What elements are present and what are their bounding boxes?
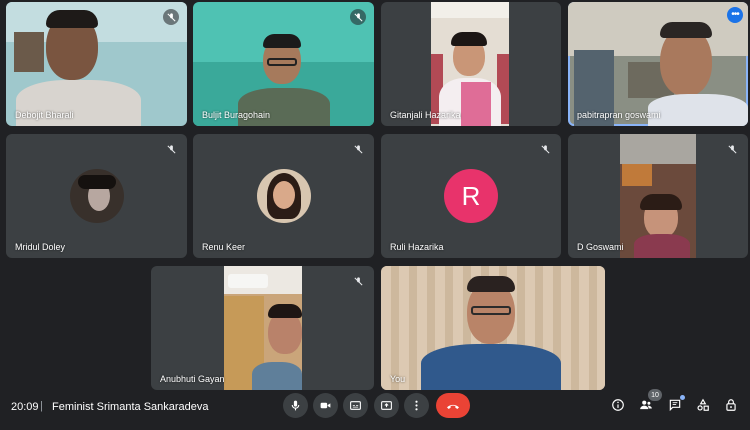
- camera-icon: [320, 402, 331, 409]
- end-call-button[interactable]: [436, 393, 470, 418]
- captions-button[interactable]: [343, 393, 368, 418]
- present-button[interactable]: [374, 393, 399, 418]
- activities-button[interactable]: [694, 396, 712, 414]
- info-icon: [612, 399, 624, 411]
- more-vert-icon: [415, 400, 418, 411]
- participant-tile-pabitrapran[interactable]: ••• pabitrapran goswami: [568, 2, 748, 126]
- participant-tile-anubhuti[interactable]: Anubhuti Gayan: [151, 266, 374, 390]
- mic-off-icon: [724, 141, 740, 157]
- participant-name: Anubhuti Gayan: [160, 374, 225, 384]
- participant-video: [381, 266, 605, 390]
- participant-name: Renu Keer: [202, 242, 246, 252]
- microphone-button[interactable]: [283, 393, 308, 418]
- people-count-badge: 10: [648, 389, 662, 401]
- captions-icon: [350, 401, 361, 410]
- participant-video: [431, 2, 509, 126]
- participant-name: Debojit Bharali: [15, 110, 74, 120]
- participant-name: Gitanjali Hazarika: [390, 110, 461, 120]
- participant-tile-debojit[interactable]: Debojit Bharali: [6, 2, 187, 126]
- chat-notification-dot: [680, 395, 685, 400]
- activities-icon: [697, 398, 709, 411]
- end-call-icon: [447, 404, 459, 409]
- participant-name: You: [390, 374, 406, 384]
- avatar-initial: R: [444, 169, 498, 223]
- mic-off-icon: [350, 273, 366, 289]
- participant-video: [224, 266, 302, 390]
- separator: |: [40, 400, 43, 412]
- participant-video: [568, 2, 748, 126]
- participant-tile-mridul[interactable]: Mridul Doley: [6, 134, 187, 258]
- meeting-title: Feminist Srimanta Sankaradeva: [52, 401, 209, 413]
- host-controls-icon: [726, 399, 736, 411]
- mic-off-icon: [350, 9, 366, 25]
- host-controls-button[interactable]: [722, 396, 740, 414]
- participant-video: [620, 134, 696, 258]
- participant-name: Buljit Buragohain: [202, 110, 271, 120]
- more-options-button[interactable]: [404, 393, 429, 418]
- participant-tile-d-goswami[interactable]: D Goswami: [568, 134, 748, 258]
- mic-off-icon: [350, 141, 366, 157]
- participant-tile-ruli[interactable]: R Ruli Hazarika: [381, 134, 561, 258]
- participant-video: [6, 2, 187, 126]
- avatar: [69, 169, 124, 223]
- chat-icon: [669, 399, 681, 412]
- clock-time: 20:09: [11, 401, 39, 413]
- participant-name: D Goswami: [577, 242, 624, 252]
- camera-button[interactable]: [313, 393, 338, 418]
- participant-tile-you[interactable]: You: [381, 266, 605, 390]
- avatar: [256, 169, 311, 223]
- info-button[interactable]: [609, 396, 627, 414]
- present-screen-icon: [381, 401, 392, 410]
- mic-off-icon: [163, 141, 179, 157]
- participant-tile-buljit[interactable]: Buljit Buragohain: [193, 2, 374, 126]
- participant-name: Ruli Hazarika: [390, 242, 444, 252]
- more-options-icon[interactable]: •••: [727, 7, 743, 23]
- participant-name: pabitrapran goswami: [577, 110, 661, 120]
- meeting-toolbar: 20:09 | Feminist Srimanta Sankaradeva 10: [0, 389, 750, 430]
- participant-tile-gitanjali[interactable]: Gitanjali Hazarika: [381, 2, 561, 126]
- mic-off-icon: [163, 9, 179, 25]
- participant-video: [193, 2, 374, 126]
- participant-tile-renu[interactable]: Renu Keer: [193, 134, 374, 258]
- microphone-icon: [291, 400, 300, 411]
- participant-name: Mridul Doley: [15, 242, 66, 252]
- mic-off-icon: [537, 141, 553, 157]
